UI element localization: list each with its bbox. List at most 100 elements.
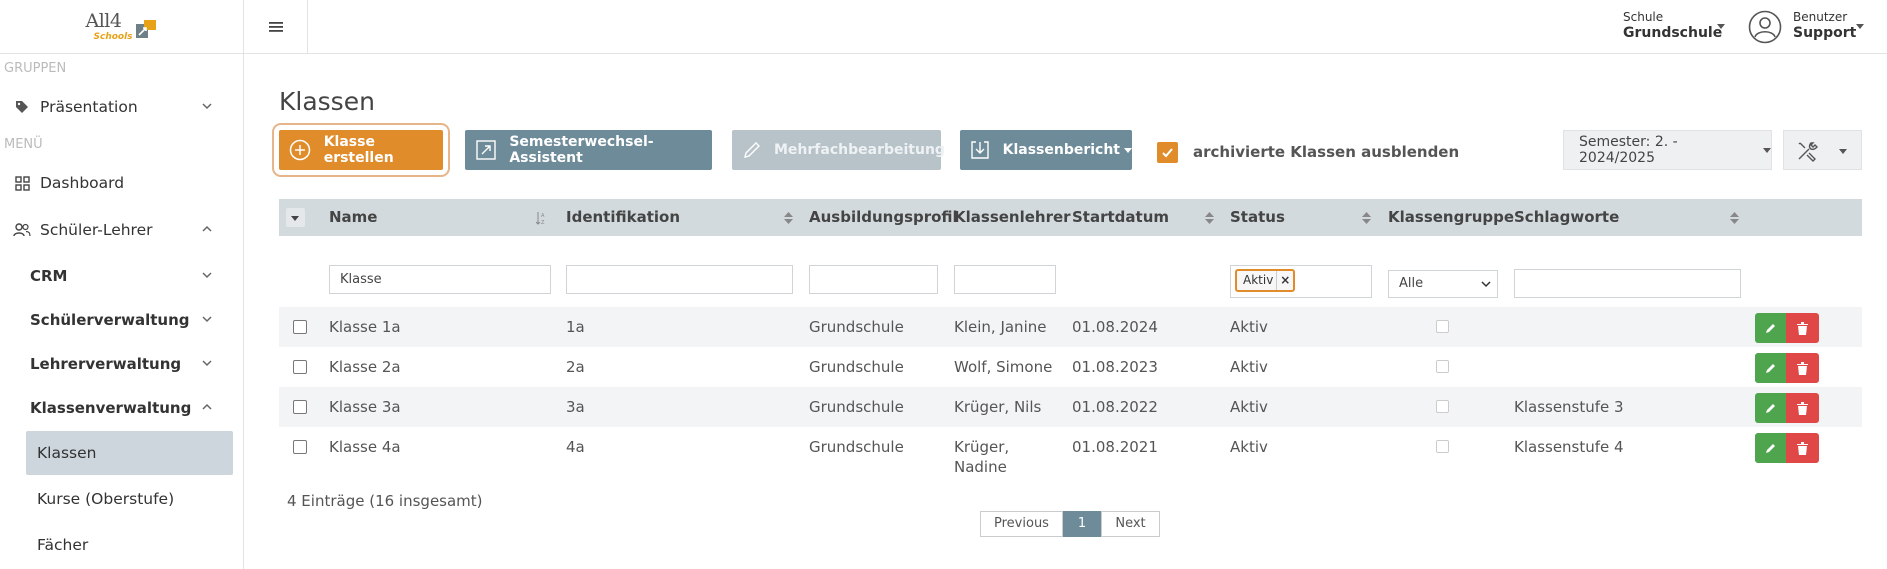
section-label-gruppen: GRUPPEN <box>4 61 67 76</box>
cell-status: Aktiv <box>1230 398 1268 416</box>
sidebar-item-klassenverwaltung[interactable]: Klassenverwaltung <box>0 388 236 428</box>
cell-ausbildungsprofil: Grundschule <box>809 358 904 376</box>
select-all-caret-icon <box>291 216 299 221</box>
klassengruppe-filter-select[interactable]: Alle <box>1388 270 1498 298</box>
semester-value: Semester: 2. - 2024/2025 <box>1579 134 1678 166</box>
klassengruppe-checkbox[interactable] <box>1436 320 1449 333</box>
create-class-button[interactable]: Klasse erstellen <box>272 123 450 177</box>
semester-select[interactable]: Semester: 2. - 2024/2025 <box>1563 130 1772 170</box>
cell-startdatum: 01.08.2021 <box>1072 438 1158 456</box>
pagination-page-current[interactable]: 1 <box>1063 511 1101 537</box>
sidebar: All4 Schools GRUPPEN Präsentation MENÜ D… <box>0 0 244 569</box>
identifikation-filter-input[interactable] <box>566 265 793 294</box>
row-select-checkbox[interactable] <box>293 440 307 454</box>
cell-schlagworte: Klassenstufe 4 <box>1514 438 1624 456</box>
pencil-icon <box>1765 324 1775 333</box>
sidebar-item-label: Kurse (Oberstufe) <box>37 490 175 508</box>
column-header-status[interactable]: Status <box>1230 199 1285 236</box>
trash-icon <box>1797 321 1808 335</box>
sidebar-item-kurse[interactable]: Kurse (Oberstufe) <box>0 479 236 519</box>
section-label-menu: MENÜ <box>4 137 43 152</box>
sidebar-item-faecher[interactable]: Fächer <box>0 525 236 565</box>
dashboard-grid-icon <box>12 173 32 193</box>
class-report-button[interactable]: Klassenbericht <box>960 130 1132 170</box>
sort-icon[interactable] <box>1730 211 1739 225</box>
school-selector[interactable]: Schule Grundschule <box>1623 9 1722 41</box>
ausbildungsprofil-filter-input[interactable] <box>809 265 938 294</box>
column-header-identifikation[interactable]: Identifikation <box>566 199 680 236</box>
column-header-startdatum[interactable]: Startdatum <box>1072 199 1169 236</box>
class-report-label: Klassenbericht <box>1002 142 1120 158</box>
sort-asc-active-icon[interactable]: AZ <box>536 211 545 225</box>
sort-icon[interactable] <box>784 211 793 225</box>
tag-remove-icon[interactable]: × <box>1276 271 1290 290</box>
menu-toggle-button[interactable] <box>244 0 308 54</box>
cell-identifikation: 3a <box>566 398 585 416</box>
semester-wizard-button[interactable]: Semesterwechsel-Assistent <box>465 130 712 170</box>
table-row[interactable]: Klasse 2a 2a Grundschule Wolf, Simone 01… <box>279 347 1862 387</box>
cell-ausbildungsprofil: Grundschule <box>809 438 904 456</box>
brand-logo[interactable]: All4 Schools <box>82 8 162 46</box>
sidebar-item-label: Fächer <box>37 536 89 554</box>
hide-archived-checkbox[interactable] <box>1157 142 1178 163</box>
edit-button[interactable] <box>1755 433 1786 463</box>
sidebar-item-lehrerverwaltung[interactable]: Lehrerverwaltung <box>0 344 236 384</box>
sidebar-item-dashboard[interactable]: Dashboard <box>0 163 236 203</box>
sidebar-item-schuelerverwaltung[interactable]: Schülerverwaltung <box>0 300 236 340</box>
chevron-up-icon <box>202 403 212 410</box>
table-row[interactable]: Klasse 4a 4a Grundschule Krüger, Nadine … <box>279 427 1862 483</box>
edit-button[interactable] <box>1755 353 1786 383</box>
sidebar-item-praesentation[interactable]: Präsentation <box>0 87 236 127</box>
sort-icon[interactable] <box>1362 211 1371 225</box>
row-select-checkbox[interactable] <box>293 400 307 414</box>
delete-button[interactable] <box>1786 393 1819 423</box>
cell-klassenlehrer: Wolf, Simone <box>954 358 1053 376</box>
chevron-down-icon <box>202 316 212 323</box>
users-icon <box>12 220 32 240</box>
column-header-klassengruppe[interactable]: Klassengruppe <box>1388 199 1514 236</box>
row-select-checkbox[interactable] <box>293 360 307 374</box>
svg-text:Z: Z <box>541 220 545 225</box>
klassengruppe-checkbox[interactable] <box>1436 360 1449 373</box>
bulk-edit-button[interactable]: Mehrfachbearbeitung <box>732 130 945 170</box>
klassengruppe-checkbox[interactable] <box>1436 400 1449 413</box>
delete-button[interactable] <box>1786 433 1819 463</box>
chevron-down-icon <box>1481 281 1491 288</box>
name-filter-input[interactable] <box>329 265 551 294</box>
table-row[interactable]: Klasse 3a 3a Grundschule Krüger, Nils 01… <box>279 387 1862 427</box>
hide-archived-label: archivierte Klassen ausblenden <box>1193 143 1460 161</box>
schlagworte-filter-input[interactable] <box>1514 269 1741 298</box>
column-header-name[interactable]: Name <box>329 199 377 236</box>
status-filter-tagbox[interactable]: Aktiv × <box>1230 265 1372 298</box>
delete-button[interactable] <box>1786 353 1819 383</box>
cell-ausbildungsprofil: Grundschule <box>809 398 904 416</box>
sort-icon[interactable] <box>1205 211 1214 225</box>
column-header-klassenlehrer[interactable]: Klassenlehrer <box>954 199 1071 236</box>
table-row[interactable]: Klasse 1a 1a Grundschule Klein, Janine 0… <box>279 307 1862 347</box>
column-header-ausbildungsprofil[interactable]: Ausbildungsprofil <box>809 199 958 236</box>
tools-menu-button[interactable] <box>1783 130 1862 170</box>
pencil-icon <box>1765 364 1775 373</box>
pagination-previous[interactable]: Previous <box>980 511 1063 537</box>
school-value: Grundschule <box>1623 25 1723 41</box>
sidebar-item-schueler-lehrer[interactable]: Schüler-Lehrer <box>0 210 236 250</box>
klassengruppe-checkbox[interactable] <box>1436 440 1449 453</box>
select-all-dropdown[interactable] <box>286 208 305 227</box>
edit-button[interactable] <box>1755 313 1786 343</box>
cell-klassenlehrer: Krüger, Nils <box>954 398 1042 416</box>
column-header-schlagworte[interactable]: Schlagworte <box>1514 199 1619 236</box>
delete-button[interactable] <box>1786 313 1819 343</box>
user-avatar-icon[interactable] <box>1748 10 1782 44</box>
row-select-checkbox[interactable] <box>293 320 307 334</box>
pagination-next[interactable]: Next <box>1101 511 1160 537</box>
sidebar-item-klassen[interactable]: Klassen <box>26 431 233 475</box>
edit-button[interactable] <box>1755 393 1786 423</box>
user-menu[interactable]: Benutzer Support <box>1793 9 1856 41</box>
download-icon <box>970 138 991 162</box>
sidebar-item-label: Dashboard <box>40 174 125 192</box>
trash-icon <box>1797 401 1808 415</box>
sidebar-item-crm[interactable]: CRM <box>0 256 236 296</box>
sidebar-item-label: Lehrerverwaltung <box>30 355 182 373</box>
klassenlehrer-filter-input[interactable] <box>954 265 1056 294</box>
chevron-up-icon <box>202 225 212 232</box>
